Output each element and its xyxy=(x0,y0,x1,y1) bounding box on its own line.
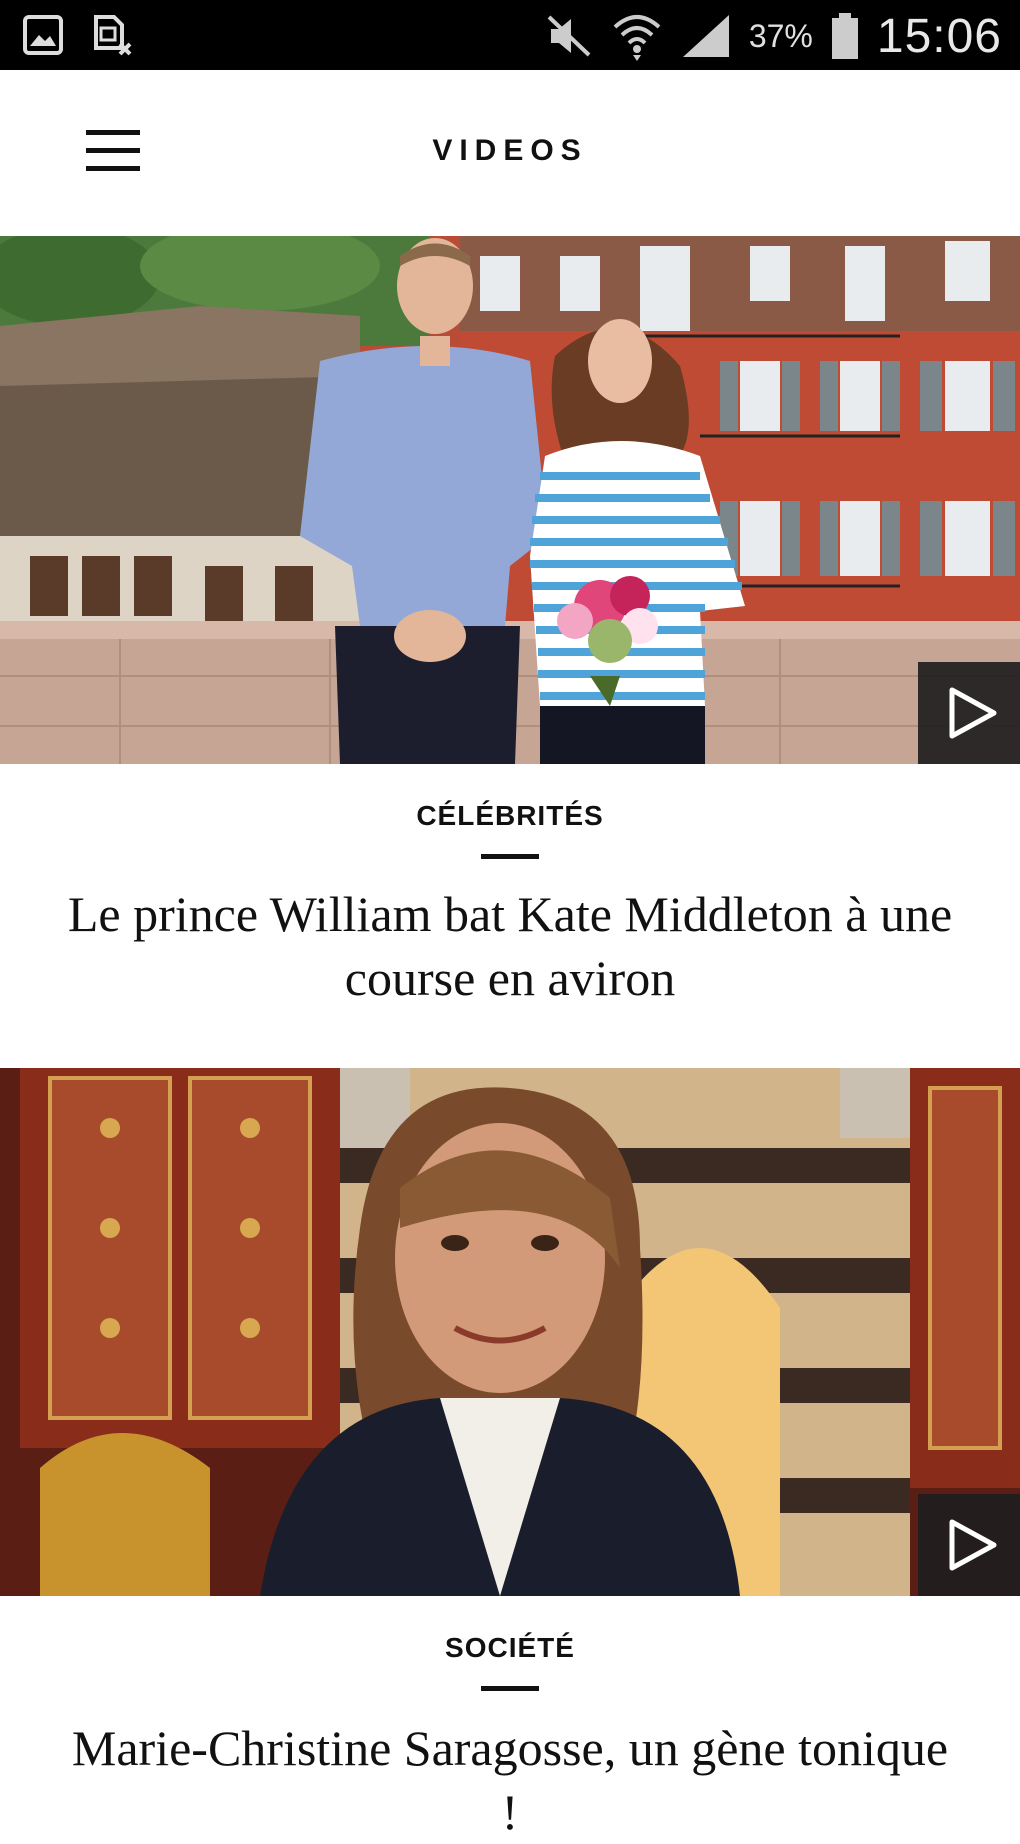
video-card[interactable]: CÉLÉBRITÉS Le prince William bat Kate Mi… xyxy=(0,236,1020,1066)
battery-percentage: 37% xyxy=(748,17,813,54)
category-divider xyxy=(481,854,539,859)
video-thumbnail[interactable] xyxy=(0,236,1020,764)
sim-card-error-icon xyxy=(94,15,132,56)
mute-icon xyxy=(547,15,591,57)
play-button[interactable] xyxy=(918,1494,1020,1596)
page-title: VIDEOS xyxy=(432,134,588,167)
wifi-icon xyxy=(613,15,661,61)
video-card[interactable]: SOCIÉTÉ Marie-Christine Saragosse, un gè… xyxy=(0,1068,1020,1840)
play-icon xyxy=(949,1519,997,1571)
play-icon xyxy=(949,687,997,739)
battery-icon xyxy=(831,13,858,59)
article-category: CÉLÉBRITÉS xyxy=(416,800,604,831)
app-header: VIDEOS xyxy=(0,70,1020,236)
video-thumbnail[interactable] xyxy=(0,1068,1020,1596)
clock: 15:06 xyxy=(876,9,1002,63)
category-divider xyxy=(481,1686,539,1691)
article-title[interactable]: Le prince William bat Kate Middleton à u… xyxy=(60,882,960,1010)
status-bar: 37% 15:06 xyxy=(0,0,1020,70)
article-title[interactable]: Marie-Christine Saragosse, un gène toniq… xyxy=(60,1716,960,1844)
play-button[interactable] xyxy=(918,662,1020,764)
gallery-icon xyxy=(23,15,63,55)
signal-icon xyxy=(682,15,729,57)
article-category: SOCIÉTÉ xyxy=(445,1632,575,1663)
